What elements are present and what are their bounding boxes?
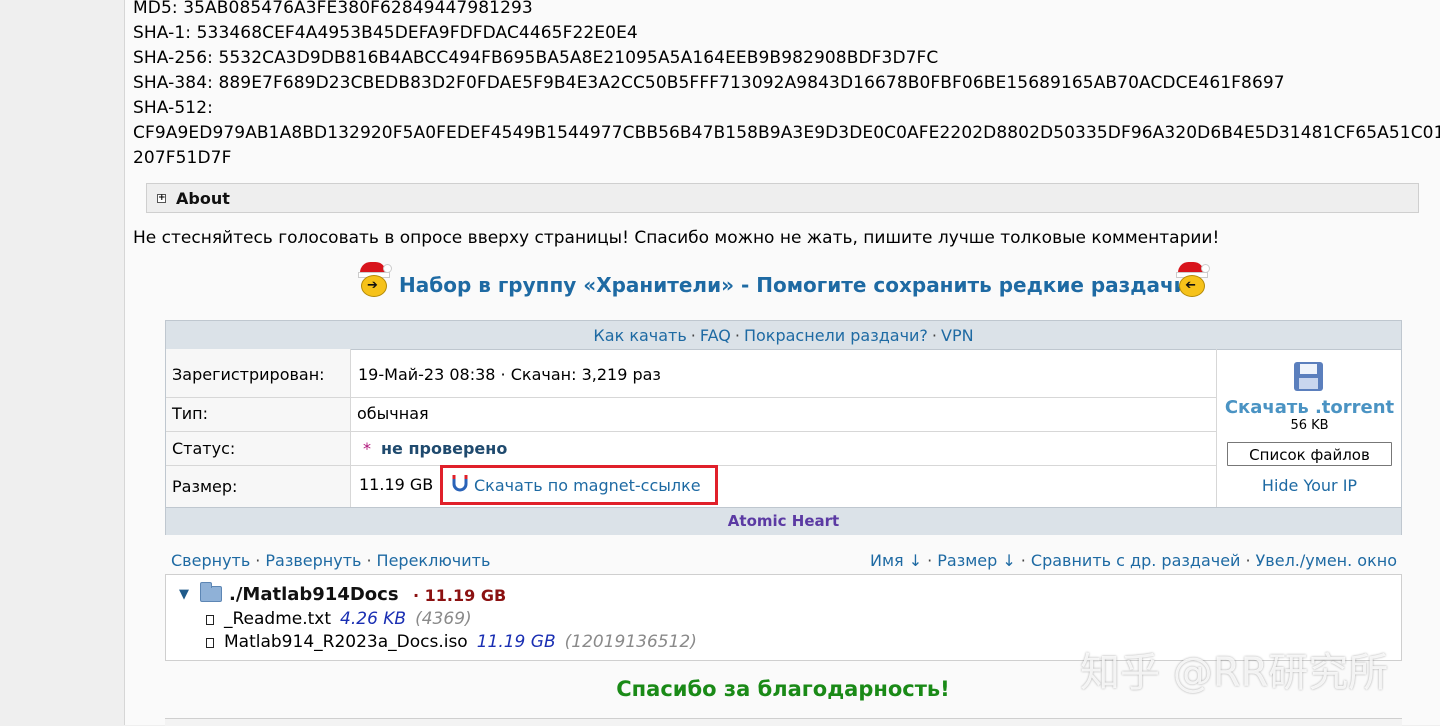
download-help-links: Как качать · FAQ · Покраснели раздачи? · VPN	[166, 321, 1401, 350]
separator-dot: ·	[690, 326, 696, 345]
separator-dot: ·	[1020, 551, 1026, 570]
toggle-link[interactable]: Переключить	[377, 551, 491, 570]
file-size: 4.26 KB	[340, 609, 407, 629]
type-value: обычная	[357, 404, 429, 423]
floppy-disk-icon[interactable]	[1294, 362, 1323, 391]
sha1-line: SHA-1: 533468CEF4A4953B45DEFA9FDFDAC4465…	[133, 23, 638, 43]
file-icon	[206, 638, 214, 648]
row-label-cell: Статус:	[166, 432, 351, 465]
expand-plus-icon[interactable]: +	[157, 194, 166, 203]
file-item: Matlab914_R2023a_Docs.iso 11.19 GB (120191…	[206, 632, 697, 652]
notice-text: Не стесняйтесь голосовать в опросе вверх…	[133, 228, 1220, 248]
torrent-file-size: 56 KB	[1290, 418, 1329, 433]
folder-name[interactable]: ./Matlab914Docs	[229, 584, 399, 605]
download-torrent-link[interactable]: Скачать .torrent	[1217, 397, 1402, 418]
faq-link[interactable]: FAQ	[700, 326, 731, 345]
file-icon	[206, 615, 214, 625]
size-label: Размер:	[172, 477, 238, 496]
vpn-link[interactable]: VPN	[941, 326, 974, 345]
file-name: Matlab914_R2023a_Docs.iso	[224, 632, 468, 652]
sha384-line: SHA-384: 889E7F689D23CBEDB83D2F0FDAE5F9B…	[133, 73, 1285, 93]
magnet-icon[interactable]	[452, 475, 468, 493]
file-list-sort-links: Имя ↓ · Размер ↓ · Сравнить с др. раздачей · У…	[870, 551, 1397, 570]
about-label[interactable]: About	[176, 189, 230, 208]
collapse-triangle-icon[interactable]: ▼	[179, 587, 189, 602]
expand-link[interactable]: Развернуть	[265, 551, 361, 570]
status-label: Статус:	[172, 439, 236, 458]
download-sidebar: Скачать .torrent 56 KB Список файлов Hid…	[1216, 349, 1402, 507]
recruit-title-link[interactable]: Набор в группу «Хранители» - Помогите со…	[399, 273, 1188, 297]
file-size: 11.19 GB	[476, 632, 556, 652]
zhihu-watermark: 知乎 @RR研究所	[1080, 650, 1389, 696]
magnet-download-link[interactable]: Скачать по magnet-ссылке	[474, 476, 701, 495]
row-type: Тип: обычная	[166, 398, 1216, 432]
file-list-toolbar: Свернуть · Развернуть · Переключить Имя ↓ · Ра…	[171, 551, 1397, 570]
separator-dot: ·	[931, 326, 938, 345]
sort-by-name-link[interactable]: Имя ↓	[870, 551, 922, 570]
resize-window-link[interactable]: Увел./умен. окно	[1256, 551, 1397, 570]
row-registered: Зарегистрирован: 19-Май-23 08:38 · Скача…	[166, 349, 1216, 398]
hide-your-ip-link[interactable]: Hide Your IP	[1217, 476, 1402, 495]
file-bytes: (4369)	[415, 609, 472, 629]
md5-line: MD5: 35AB085476A3FE380F62849447981293	[133, 0, 533, 18]
separator-dot: ·	[1245, 551, 1251, 570]
separator-dot: ·	[927, 551, 933, 570]
row-label-cell: Тип:	[166, 398, 351, 431]
release-title: Atomic Heart	[166, 507, 1401, 535]
separator-dot: ·	[255, 551, 261, 570]
status-mark: *	[363, 439, 371, 458]
sha512-label: SHA-512:	[133, 98, 213, 118]
download-info-table: Как качать · FAQ · Покраснели раздачи? · VPN З…	[165, 320, 1402, 535]
row-label-cell: Размер:	[166, 466, 351, 507]
red-torrents-link[interactable]: Покраснели раздачи?	[744, 326, 928, 345]
size-value: 11.19 GB	[359, 475, 434, 494]
magnet-link-highlight[interactable]: Скачать по magnet-ссылке	[440, 465, 718, 505]
hash-block: MD5: 35AB085476A3FE380F62849447981293 SH…	[133, 0, 1440, 171]
status-value: не проверено	[381, 439, 508, 458]
left-gutter	[0, 0, 125, 725]
file-name: _Readme.txt	[224, 609, 332, 629]
folder-icon	[200, 582, 222, 602]
file-list-button[interactable]: Список файлов	[1227, 442, 1392, 466]
file-item: _Readme.txt 4.26 KB (4369)	[206, 609, 472, 629]
registered-value: 19-Май-23 08:38 · Скачан: 3,219 раз	[358, 365, 661, 384]
type-label: Тип:	[172, 404, 209, 423]
separator-dot: ·	[366, 551, 372, 570]
file-bytes: (12019136512)	[564, 632, 697, 652]
separator-dot: ·	[734, 326, 740, 345]
folder-size: · 11.19 GB	[413, 586, 507, 605]
how-to-download-link[interactable]: Как качать	[593, 326, 686, 345]
sort-by-size-link[interactable]: Размер ↓	[937, 551, 1016, 570]
row-status: Статус: * не проверено	[166, 432, 1216, 466]
row-label-cell: Зарегистрирован:	[166, 349, 351, 397]
santa-smiley-left-arrow-icon: ➔	[1174, 262, 1210, 298]
registered-label: Зарегистрирован:	[172, 365, 325, 384]
sha256-line: SHA-256: 5532CA3D9DB816B4ABCC494FB695BA5…	[133, 48, 939, 68]
compare-releases-link[interactable]: Сравнить с др. раздачей	[1031, 551, 1241, 570]
about-spoiler[interactable]: + About	[146, 183, 1419, 213]
sha512-line1: CF9A9ED979AB1A8BD132920F5A0FEDEF4549B154…	[133, 123, 1440, 143]
collapse-link[interactable]: Свернуть	[171, 551, 250, 570]
santa-smiley-right-arrow-icon: ➔	[356, 262, 392, 298]
sha512-line2: 207F51D7F	[133, 148, 232, 168]
